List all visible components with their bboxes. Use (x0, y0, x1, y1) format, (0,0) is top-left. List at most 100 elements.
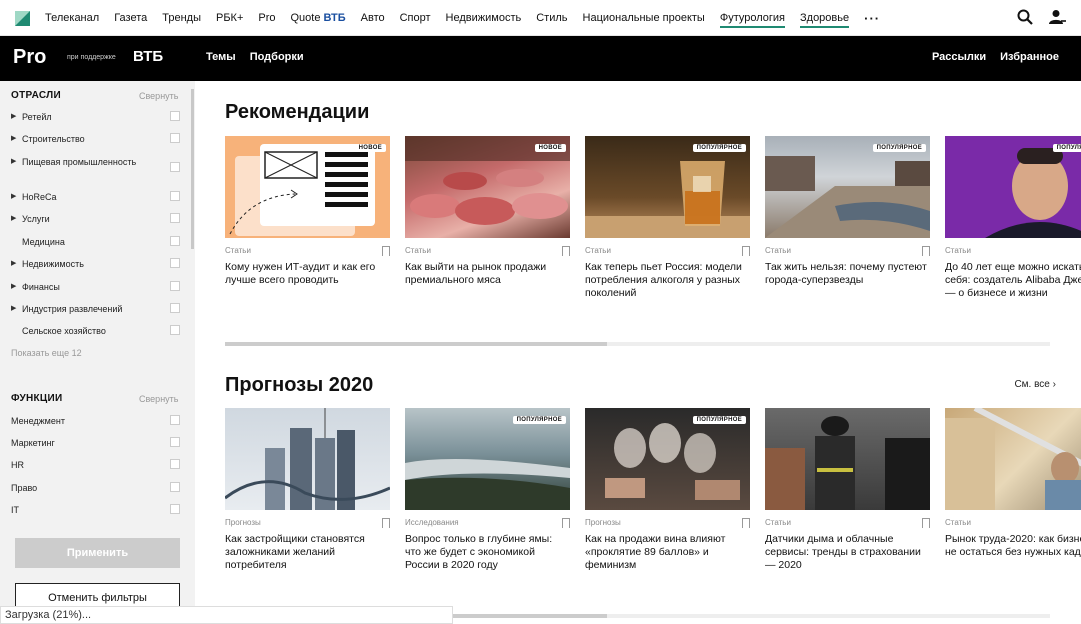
function-item[interactable]: IT (11, 504, 183, 516)
expand-arrow-icon[interactable]: ▶ (11, 303, 22, 315)
see-all-link[interactable]: См. все › (1014, 379, 1056, 390)
pro-logo[interactable]: Pro (13, 46, 46, 69)
article-title[interactable]: Так жить нельзя: почему пустеют города-с… (765, 261, 930, 287)
expand-arrow-icon[interactable]: ▶ (11, 133, 22, 145)
article-card[interactable]: ПОПУЛЯРНОЕ Статьи Так жить нельзя: почем… (765, 136, 930, 287)
industry-item[interactable]: ▶ HoReCa (11, 191, 183, 203)
industry-checkbox[interactable] (170, 303, 180, 313)
topnav-item-futurology[interactable]: Футурология (719, 12, 785, 28)
bookmark-icon[interactable] (562, 246, 570, 260)
article-card[interactable]: ПОПУЛЯРНОЕ Исследования Вопрос только в … (405, 408, 570, 572)
carousel-scrollbar[interactable] (225, 342, 1050, 346)
industry-item[interactable]: ▶ Ретейл (11, 111, 183, 123)
industry-item[interactable]: ▶ Строительство (11, 133, 183, 145)
article-image[interactable]: ПОПУЛЯРНОЕ (765, 136, 930, 238)
industry-item[interactable]: ▶ Пищевая промышленность (11, 156, 183, 172)
industry-checkbox[interactable] (170, 191, 180, 201)
article-image[interactable]: ПОПУЛЯРНОЕ (405, 408, 570, 510)
industry-checkbox[interactable] (170, 133, 180, 143)
industry-checkbox[interactable] (170, 111, 180, 121)
expand-arrow-icon[interactable]: ▶ (11, 281, 22, 293)
article-title[interactable]: Как на продажи вина влияют «проклятие 89… (585, 533, 750, 572)
function-checkbox[interactable] (170, 459, 180, 469)
industry-checkbox[interactable] (170, 162, 180, 172)
article-title[interactable]: Рынок труда-2020: как бизнесу не остатьс… (945, 533, 1081, 559)
industry-item[interactable]: ▶ Услуги (11, 213, 183, 225)
user-icon[interactable] (1049, 9, 1066, 25)
topnav-item-trends[interactable]: Тренды (162, 12, 201, 24)
topnav-item-quote[interactable]: Quote ВТБ (291, 12, 346, 24)
article-card[interactable]: Статьи Рынок труда-2020: как бизнесу не … (945, 408, 1081, 559)
favorites-link[interactable]: Избранное (1000, 51, 1059, 63)
sidebar-scrollbar[interactable] (191, 89, 194, 249)
expand-arrow-icon[interactable]: ▶ (11, 191, 22, 203)
article-card[interactable]: ПОПУЛЯРНОЕ Статьи Как теперь пьет Россия… (585, 136, 750, 300)
function-checkbox[interactable] (170, 504, 180, 514)
bookmark-icon[interactable] (382, 518, 390, 532)
article-title[interactable]: Как выйти на рынок продажи премиального … (405, 261, 570, 287)
article-image[interactable]: ПОПУЛЯРНОЕ (585, 408, 750, 510)
article-image[interactable] (945, 408, 1081, 510)
article-image[interactable] (765, 408, 930, 510)
function-checkbox[interactable] (170, 482, 180, 492)
topnav-item-newspaper[interactable]: Газета (114, 12, 147, 24)
functions-collapse-button[interactable]: Свернуть (139, 394, 178, 404)
topnav-item-realty[interactable]: Недвижимость (446, 12, 522, 24)
expand-arrow-icon[interactable]: ▶ (11, 111, 22, 123)
article-card[interactable]: ПОПУЛЯРНОЕ Статьи До 40 лет еще можно ис… (945, 136, 1081, 300)
topnav-item-pro[interactable]: Pro (258, 12, 275, 24)
rbc-logo-icon[interactable] (15, 11, 30, 26)
function-checkbox[interactable] (170, 415, 180, 425)
article-card[interactable]: НОВОЕ Статьи Кому нужен ИТ-аудит и как е… (225, 136, 390, 287)
bookmark-icon[interactable] (922, 518, 930, 532)
show-more-link[interactable]: Показать еще 12 (11, 348, 82, 358)
more-icon[interactable]: ··· (864, 11, 880, 26)
expand-arrow-icon[interactable]: ▶ (11, 258, 22, 270)
function-item[interactable]: HR (11, 459, 183, 471)
pro-nav-collections[interactable]: Подборки (250, 51, 304, 63)
article-image[interactable] (225, 408, 390, 510)
topnav-item-rbc-plus[interactable]: РБК+ (216, 12, 243, 24)
bookmark-icon[interactable] (922, 246, 930, 260)
industry-item[interactable]: ▶ Индустрия развлечений (11, 303, 183, 315)
apply-filters-button[interactable]: Применить (15, 538, 180, 568)
topnav-item-sport[interactable]: Спорт (400, 12, 431, 24)
industries-collapse-button[interactable]: Свернуть (139, 91, 178, 101)
article-image[interactable]: ПОПУЛЯРНОЕ (585, 136, 750, 238)
newsletters-link[interactable]: Рассылки (932, 51, 986, 63)
article-image[interactable]: ПОПУЛЯРНОЕ (945, 136, 1081, 238)
topnav-item-health[interactable]: Здоровье (800, 12, 850, 28)
bookmark-icon[interactable] (562, 518, 570, 532)
topnav-item-style[interactable]: Стиль (536, 12, 567, 24)
industry-checkbox[interactable] (170, 325, 180, 335)
vtb-logo[interactable]: ВТБ (133, 48, 163, 65)
expand-arrow-icon[interactable]: ▶ (11, 156, 22, 168)
expand-arrow-icon[interactable]: ▶ (11, 213, 22, 225)
article-card[interactable]: Прогнозы Как застройщики становятся зало… (225, 408, 390, 572)
function-item[interactable]: Право (11, 482, 183, 494)
article-title[interactable]: До 40 лет еще можно искать себя: создате… (945, 261, 1081, 300)
article-title[interactable]: Как теперь пьет Россия: модели потреблен… (585, 261, 750, 300)
industry-item[interactable]: Сельское хозяйство (11, 325, 183, 337)
bookmark-icon[interactable] (742, 246, 750, 260)
function-item[interactable]: Маркетинг (11, 437, 183, 449)
pro-nav-topics[interactable]: Темы (206, 51, 236, 63)
function-checkbox[interactable] (170, 437, 180, 447)
topnav-item-national-projects[interactable]: Национальные проекты (583, 12, 705, 24)
article-card[interactable]: Статьи Датчики дыма и облачные сервисы: … (765, 408, 930, 572)
industry-checkbox[interactable] (170, 281, 180, 291)
function-item[interactable]: Менеджмент (11, 415, 183, 427)
topnav-item-auto[interactable]: Авто (361, 12, 385, 24)
industry-item[interactable]: ▶ Недвижимость (11, 258, 183, 270)
industry-item[interactable]: Медицина (11, 236, 183, 248)
article-card[interactable]: НОВОЕ Статьи Как выйти на рынок продажи … (405, 136, 570, 287)
scrollbar-thumb[interactable] (225, 342, 607, 346)
industry-checkbox[interactable] (170, 236, 180, 246)
article-title[interactable]: Вопрос только в глубине ямы: что же буде… (405, 533, 570, 572)
article-title[interactable]: Датчики дыма и облачные сервисы: тренды … (765, 533, 930, 572)
article-image[interactable]: НОВОЕ (225, 136, 390, 238)
bookmark-icon[interactable] (382, 246, 390, 260)
topnav-item-tv[interactable]: Телеканал (45, 12, 99, 24)
bookmark-icon[interactable] (742, 518, 750, 532)
search-icon[interactable] (1017, 9, 1033, 25)
